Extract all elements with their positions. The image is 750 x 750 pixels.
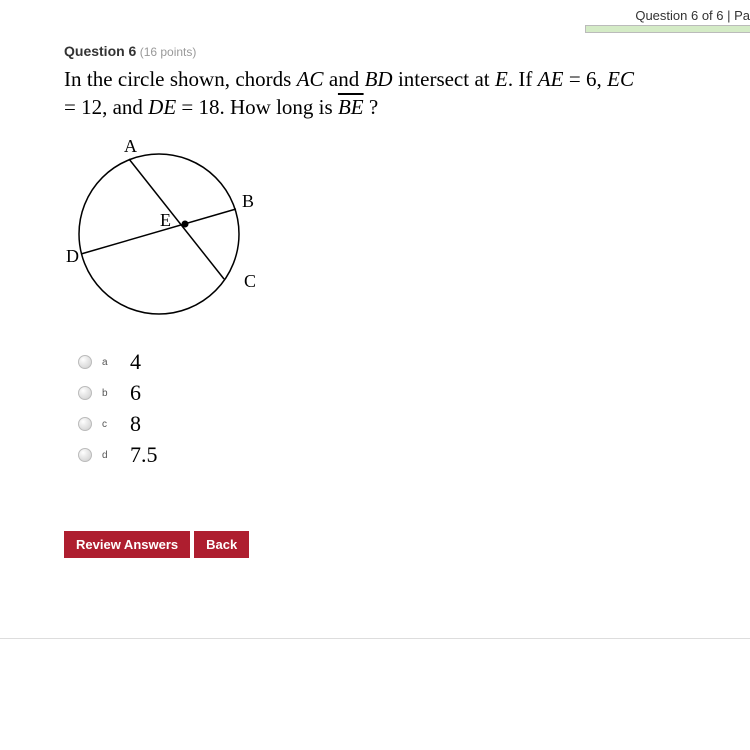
svg-text:D: D — [66, 246, 79, 266]
option-letter: a — [102, 357, 130, 368]
review-answers-button[interactable]: Review Answers — [64, 531, 190, 558]
svg-text:A: A — [124, 136, 137, 156]
svg-text:C: C — [244, 271, 256, 291]
question-position: Question 6 of 6 | Pa — [0, 0, 750, 25]
radio-icon[interactable] — [78, 448, 92, 462]
option-d[interactable]: d 7.5 — [78, 440, 750, 471]
radio-icon[interactable] — [78, 386, 92, 400]
answer-options: a 4 b 6 c 8 d 7.5 — [78, 347, 750, 471]
option-value: 8 — [130, 411, 141, 437]
radio-icon[interactable] — [78, 355, 92, 369]
option-b[interactable]: b 6 — [78, 378, 750, 409]
option-value: 6 — [130, 380, 141, 406]
question-text: In the circle shown, chords AC and BD in… — [64, 65, 634, 122]
question-points: (16 points) — [136, 45, 196, 59]
option-letter: b — [102, 388, 130, 399]
radio-icon[interactable] — [78, 417, 92, 431]
progress-bar — [585, 25, 750, 33]
svg-text:B: B — [242, 191, 254, 211]
option-value: 7.5 — [130, 442, 158, 468]
question-header: Question 6 (16 points) — [64, 43, 750, 59]
circle-diagram: A B C D E — [64, 134, 750, 329]
svg-text:E: E — [160, 210, 171, 230]
option-a[interactable]: a 4 — [78, 347, 750, 378]
question-number: Question 6 — [64, 43, 136, 59]
option-value: 4 — [130, 349, 141, 375]
option-letter: c — [102, 419, 130, 430]
option-letter: d — [102, 450, 130, 461]
back-button[interactable]: Back — [194, 531, 249, 558]
option-c[interactable]: c 8 — [78, 409, 750, 440]
